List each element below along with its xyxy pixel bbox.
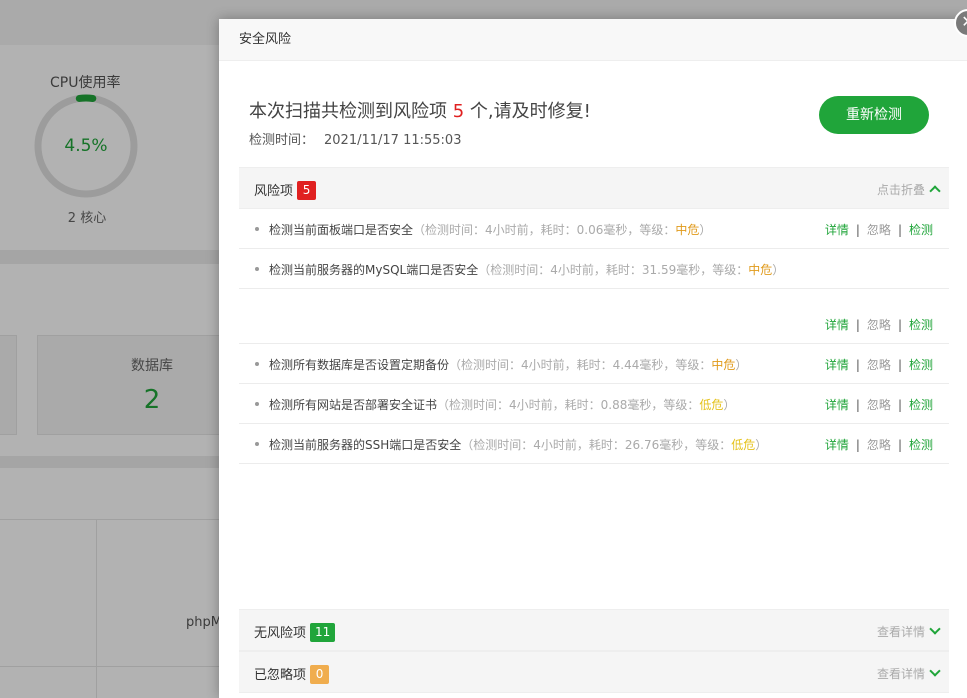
risk-item-meta-close: ）	[735, 358, 748, 372]
action-separator: |	[855, 398, 860, 412]
risk-level: 中危	[711, 358, 736, 372]
view-details-label: 查看详情	[876, 667, 925, 681]
risk-item-text: 检测当前面板端口是否安全（检测时间：4小时前，耗时：0.06毫秒，等级：中危）	[269, 221, 711, 238]
summary-prefix: 本次扫描共检测到风险项	[249, 101, 447, 122]
risk-item-actions: 详情 | 忽略 | 检测	[825, 396, 933, 413]
risk-item-title: 检测当前面板端口是否安全	[269, 223, 414, 237]
view-details-label: 查看详情	[876, 625, 925, 639]
risk-item: 检测当前服务器的MySQL端口是否安全（检测时间：4小时前，耗时：31.59毫秒…	[239, 249, 949, 289]
risk-section-header[interactable]: 风险项 5 点击折叠	[239, 167, 949, 209]
risk-count: 5	[452, 101, 465, 122]
view-details-toggle[interactable]: 查看详情	[876, 623, 941, 640]
ignored-section-header[interactable]: 已忽略项 0 查看详情	[239, 651, 949, 693]
risk-item-title: 检测当前服务器的MySQL端口是否安全	[269, 263, 479, 277]
risk-item-meta: （检测时间：4小时前，耗时：0.06毫秒，等级：	[413, 223, 676, 237]
bullet-icon	[255, 362, 259, 366]
risk-item-actions: 详情 | 忽略 | 检测	[825, 436, 933, 453]
risk-item: 检测所有数据库是否设置定期备份（检测时间：4小时前，耗时：4.44毫秒，等级：中…	[239, 344, 949, 384]
action-separator: |	[897, 358, 902, 372]
collapse-toggle-label: 点击折叠	[876, 183, 925, 197]
risk-section-title: 风险项 5	[254, 180, 317, 200]
risk-item-actions: 详情 | 忽略 | 检测	[825, 221, 933, 238]
action-separator: |	[855, 223, 860, 237]
action-separator: |	[897, 438, 902, 452]
ignore-link[interactable]: 忽略	[867, 398, 891, 412]
ignored-section-title: 已忽略项 0	[254, 664, 330, 684]
detail-link[interactable]: 详情	[825, 223, 849, 237]
risk-item-meta: （检测时间：4小时前，耗时：4.44毫秒，等级：	[449, 358, 712, 372]
security-risk-modal: 安全风险 本次扫描共检测到风险项 5 个,请及时修复! 检测时间： 2021/11…	[219, 19, 967, 698]
action-separator: |	[897, 398, 902, 412]
detail-link[interactable]: 详情	[825, 318, 849, 332]
action-separator: |	[897, 223, 902, 237]
detail-link[interactable]: 详情	[825, 358, 849, 372]
risk-item-title: 检测当前服务器的SSH端口是否安全	[269, 438, 462, 452]
ignore-link[interactable]: 忽略	[867, 358, 891, 372]
risk-item-title: 检测所有网站是否部署安全证书	[269, 398, 438, 412]
safe-count-badge: 11	[310, 623, 336, 642]
ignored-count-badge: 0	[310, 665, 330, 684]
action-separator: |	[855, 318, 860, 332]
risk-item: 检测当前面板端口是否安全（检测时间：4小时前，耗时：0.06毫秒，等级：中危） 详…	[239, 209, 949, 249]
risk-level: 中危	[748, 263, 773, 277]
risk-item-text: 检测当前服务器的MySQL端口是否安全（检测时间：4小时前，耗时：31.59毫秒…	[269, 261, 784, 278]
risk-section-label: 风险项	[254, 184, 294, 199]
detail-link[interactable]: 详情	[825, 398, 849, 412]
bullet-icon	[255, 402, 259, 406]
check-link[interactable]: 检测	[909, 398, 933, 412]
risk-item-meta-close: ）	[772, 263, 785, 277]
risk-item-meta-close: ）	[755, 438, 768, 452]
detail-link[interactable]: 详情	[825, 438, 849, 452]
bullet-icon	[255, 442, 259, 446]
risk-level: 中危	[675, 223, 700, 237]
recheck-button[interactable]: 重新检测	[819, 96, 929, 134]
scan-time: 检测时间： 2021/11/17 11:55:03	[249, 129, 591, 148]
bullet-icon	[255, 267, 259, 271]
view-details-toggle[interactable]: 查看详情	[876, 665, 941, 682]
safe-section-title: 无风险项 11	[254, 622, 336, 642]
check-link[interactable]: 检测	[909, 318, 933, 332]
risk-item-meta: （检测时间：4小时前，耗时：0.88毫秒，等级：	[437, 398, 700, 412]
bullet-icon	[255, 227, 259, 231]
summary-title: 本次扫描共检测到风险项 5 个,请及时修复!	[249, 97, 591, 123]
risk-item-actions: 详情 | 忽略 | 检测	[825, 356, 933, 373]
safe-section-header[interactable]: 无风险项 11 查看详情	[239, 609, 949, 651]
action-separator: |	[897, 318, 902, 332]
risk-item-meta-close: ）	[723, 398, 736, 412]
scan-time-value: 2021/11/17 11:55:03	[324, 133, 462, 148]
risk-count-badge: 5	[297, 181, 317, 200]
collapse-toggle[interactable]: 点击折叠	[876, 181, 941, 198]
scan-summary: 本次扫描共检测到风险项 5 个,请及时修复! 检测时间： 2021/11/17 1…	[249, 97, 591, 148]
risk-item-text: 检测所有数据库是否设置定期备份（检测时间：4小时前，耗时：4.44毫秒，等级：中…	[269, 356, 747, 373]
risk-item-meta: （检测时间：4小时前，耗时：26.76毫秒，等级：	[461, 438, 732, 452]
risk-item-text: 检测当前服务器的SSH端口是否安全（检测时间：4小时前，耗时：26.76毫秒，等…	[269, 436, 767, 453]
risk-item: 检测所有网站是否部署安全证书（检测时间：4小时前，耗时：0.88毫秒，等级：低危…	[239, 384, 949, 424]
risk-item-meta-close: ）	[699, 223, 712, 237]
summary-suffix: 个,请及时修复!	[469, 101, 591, 122]
action-separator: |	[855, 358, 860, 372]
modal-title: 安全风险	[239, 32, 292, 47]
modal-header: 安全风险	[219, 19, 967, 61]
chevron-up-icon	[929, 185, 941, 197]
risk-level: 低危	[699, 398, 724, 412]
check-link[interactable]: 检测	[909, 358, 933, 372]
risk-item-title: 检测所有数据库是否设置定期备份	[269, 358, 450, 372]
action-separator: |	[855, 438, 860, 452]
chevron-down-icon	[929, 623, 941, 635]
risk-item: 详情 | 忽略 | 检测	[239, 289, 949, 344]
risk-level: 低危	[731, 438, 756, 452]
risk-item-meta: （检测时间：4小时前，耗时：31.59毫秒，等级：	[478, 263, 749, 277]
chevron-down-icon	[929, 665, 941, 677]
check-link[interactable]: 检测	[909, 223, 933, 237]
risk-item-actions: 详情 | 忽略 | 检测	[825, 316, 933, 333]
ignore-link[interactable]: 忽略	[867, 318, 891, 332]
ignore-link[interactable]: 忽略	[867, 438, 891, 452]
risk-item-text: 检测所有网站是否部署安全证书（检测时间：4小时前，耗时：0.88毫秒，等级：低危…	[269, 396, 735, 413]
ignore-link[interactable]: 忽略	[867, 223, 891, 237]
scan-time-label: 检测时间：	[249, 133, 315, 148]
ignored-section-label: 已忽略项	[254, 668, 307, 683]
risk-item: 检测当前服务器的SSH端口是否安全（检测时间：4小时前，耗时：26.76毫秒，等…	[239, 424, 949, 464]
check-link[interactable]: 检测	[909, 438, 933, 452]
safe-section-label: 无风险项	[254, 626, 307, 641]
